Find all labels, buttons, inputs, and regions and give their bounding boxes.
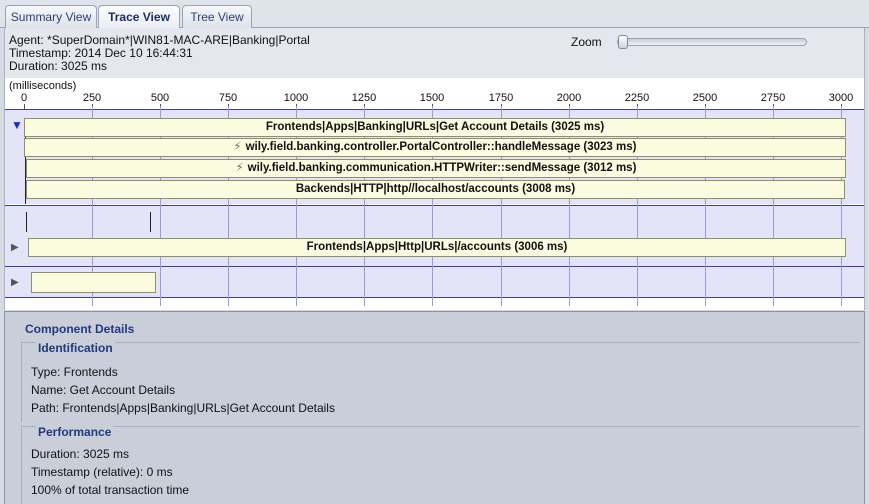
- axis-tick-mark: [24, 104, 25, 109]
- trace-bar-label: Frontends|Apps|Banking|URLs|Get Account …: [265, 121, 605, 133]
- axis-tick-label: 2750: [760, 92, 786, 104]
- call-end-marker: [150, 212, 151, 232]
- axis-tick-label: 2000: [556, 92, 582, 104]
- identification-title: Identification: [36, 341, 115, 355]
- performance-group: Performance Duration: 3025 ms Timestamp …: [21, 425, 860, 504]
- axis-tick-label: 2500: [692, 92, 718, 104]
- axis-tick-label: 1500: [419, 92, 445, 104]
- trace-info-header: Agent: *SuperDomain*|WIN81-MAC-ARE|Banki…: [4, 28, 865, 78]
- trace-bar-label: Frontends|Apps|Http|URLs|/accounts (3006…: [306, 241, 568, 253]
- type-field: Type: Frontends: [31, 365, 118, 379]
- axis-tick-label: 1000: [283, 92, 309, 104]
- tab-tree-view[interactable]: Tree View: [182, 5, 252, 28]
- identification-group: Identification Type: Frontends Name: Get…: [21, 341, 860, 422]
- axis-tick-label: 500: [150, 92, 170, 104]
- lightning-icon: ⚡: [233, 141, 242, 153]
- tab-summary-view[interactable]: Summary View: [5, 5, 97, 28]
- percent-total-field: 100% of total transaction time: [31, 483, 190, 497]
- trace-bar-label: Backends|HTTP|http//localhost/accounts (…: [295, 183, 576, 195]
- zoom-label: Zoom: [571, 35, 602, 49]
- name-field: Name: Get Account Details: [31, 383, 176, 397]
- trace-bar[interactable]: ⚡ wily.field.banking.communication.HTTPWr…: [26, 159, 846, 178]
- agent-text: Agent: *SuperDomain*|WIN81-MAC-ARE|Banki…: [9, 33, 310, 47]
- view-tab-bar: Summary View Trace View Tree View: [0, 0, 869, 29]
- duration-field: Duration: 3025 ms: [31, 447, 130, 461]
- performance-title: Performance: [36, 425, 114, 439]
- path-field: Path: Frontends|Apps|Banking|URLs|Get Ac…: [31, 401, 335, 415]
- axis-tick-label: 1750: [488, 92, 514, 104]
- tab-trace-view[interactable]: Trace View: [98, 5, 180, 29]
- trace-bar-label: wily.field.banking.controller.PortalCont…: [245, 141, 637, 153]
- timestamp-relative-field: Timestamp (relative): 0 ms: [31, 465, 173, 479]
- trace-bar-label: wily.field.banking.communication.HTTPWri…: [247, 162, 637, 174]
- component-details-title: Component Details: [25, 322, 135, 336]
- axis-tick-label: 3000: [828, 92, 854, 104]
- axis-tick-label: 0: [20, 92, 28, 104]
- axis-tick-label: 750: [218, 92, 238, 104]
- zoom-slider-thumb[interactable]: [618, 35, 628, 49]
- trace-bar[interactable]: [31, 272, 156, 293]
- axis-tick-label: 2250: [624, 92, 650, 104]
- axis-tick-label: 250: [82, 92, 102, 104]
- duration-text: Duration: 3025 ms: [9, 59, 108, 73]
- trace-bar[interactable]: Backends|HTTP|http//localhost/accounts (…: [26, 180, 845, 199]
- timestamp-text: Timestamp: 2014 Dec 10 16:44:31: [9, 46, 193, 60]
- trace-bar[interactable]: Frontends|Apps|Banking|URLs|Get Account …: [24, 118, 846, 137]
- lightning-icon: ⚡: [235, 162, 244, 174]
- zoom-slider[interactable]: [617, 35, 807, 49]
- trace-bar[interactable]: ⚡ wily.field.banking.controller.PortalCon…: [24, 138, 846, 157]
- trace-timeline: (milliseconds) ▼ ▶ ▶ 0 250 500 750 1000 1250 1…: [4, 78, 865, 310]
- trace-bar[interactable]: Frontends|Apps|Http|URLs|/accounts (3006…: [28, 238, 846, 257]
- component-details-panel: Component Details Identification Type: F…: [4, 311, 865, 504]
- call-start-marker: [26, 212, 27, 232]
- axis-tick-label: 1250: [351, 92, 377, 104]
